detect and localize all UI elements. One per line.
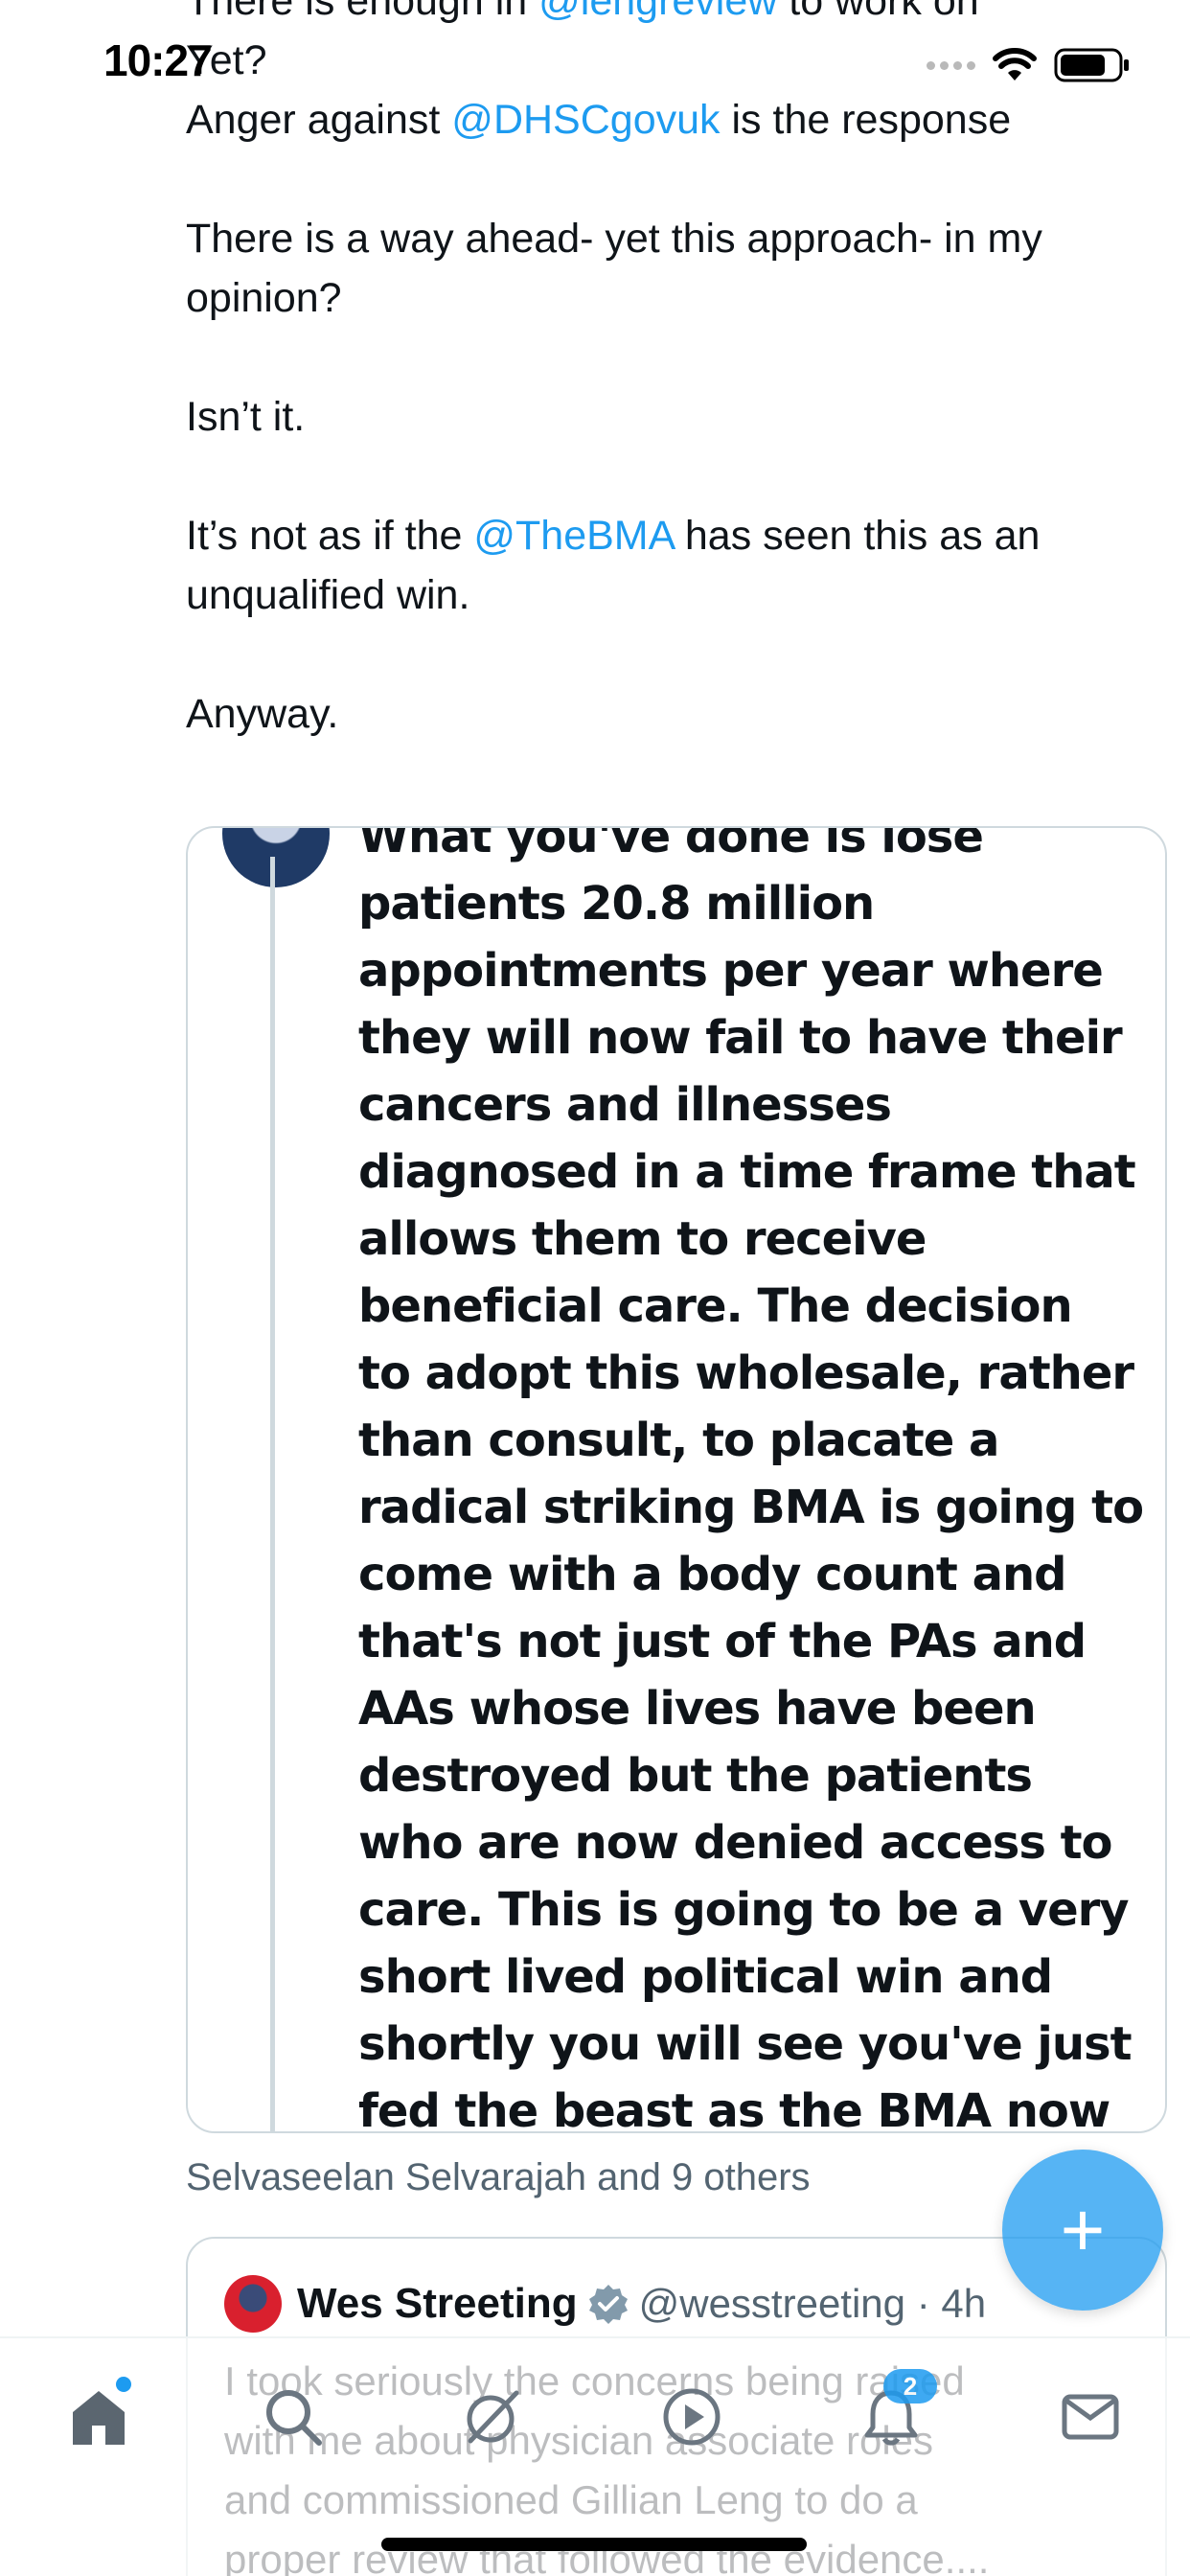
nav-home[interactable] bbox=[60, 2377, 137, 2455]
quoted-author-avatar[interactable] bbox=[222, 828, 330, 887]
mention-link[interactable]: @TheBMA bbox=[473, 513, 674, 559]
home-icon bbox=[73, 2391, 125, 2445]
author-name[interactable]: Wes Streeting bbox=[297, 2280, 578, 2328]
tweet-line: opinion? bbox=[186, 268, 1154, 328]
quoted-tweet-line: allows them to receive bbox=[358, 1212, 927, 1266]
tweet-text-segment: opinion? bbox=[186, 275, 342, 321]
tweet-line: There is a way ahead- yet this approach-… bbox=[186, 209, 1154, 268]
tweet-line: unqualified win. bbox=[186, 565, 1154, 625]
tweet-line: Isn’t it. bbox=[186, 387, 1154, 447]
mention-link[interactable]: @DHSCgovuk bbox=[451, 97, 720, 143]
quoted-tweet-line: radical striking BMA is going to bbox=[358, 1481, 1144, 1534]
quoted-tweet-line: short lived political win and bbox=[358, 1950, 1053, 2004]
verified-badge-icon bbox=[588, 2285, 628, 2324]
quoted-tweet-line: shortly you will see you've just bbox=[358, 2017, 1133, 2071]
quoted-tweet-line: come with a body count and bbox=[358, 1548, 1066, 1601]
mention-link[interactable]: @lengreview bbox=[538, 0, 777, 24]
tweet-text-segment: Anyway. bbox=[186, 691, 339, 737]
quoted-tweet-line: they will now fail to have their bbox=[358, 1011, 1123, 1065]
mail-icon bbox=[1062, 2394, 1119, 2440]
quoted-tweet-line: to adopt this wholesale, rather bbox=[358, 1346, 1134, 1400]
wifi-icon bbox=[993, 48, 1037, 80]
tweet-text-segment: There is enough in bbox=[186, 0, 539, 24]
avatar[interactable] bbox=[224, 2275, 282, 2333]
quoted-tweet-text: What you've done is lose patients 20.8 mi… bbox=[358, 826, 1154, 2133]
tweet-line: Anyway. bbox=[186, 684, 1154, 744]
quoted-tweet-line: What you've done is lose bbox=[358, 826, 984, 863]
quoted-tweet-line: appointments per year where bbox=[358, 944, 1104, 998]
quoted-tweet-line: than consult, to placate a bbox=[358, 1414, 999, 1467]
nav-search[interactable] bbox=[255, 2379, 332, 2455]
tweet-text-segment: Anger against bbox=[186, 97, 452, 143]
quoted-tweet-line: who are now denied access to bbox=[358, 1816, 1113, 1870]
compose-button[interactable]: + bbox=[1002, 2150, 1163, 2311]
notification-badge: 2 bbox=[883, 2369, 937, 2404]
cellular-signal-icon bbox=[927, 60, 975, 70]
thread-line bbox=[270, 857, 275, 2131]
nav-notifications[interactable]: 2 bbox=[853, 2369, 937, 2455]
quoted-tweet-line: patients 20.8 million bbox=[358, 877, 875, 931]
author-handle-time: @wesstreeting · 4h bbox=[638, 2281, 987, 2326]
quoted-tweet-line: beneficial care. The decision bbox=[358, 1279, 1073, 1333]
tweet-text-segment: has seen this as an bbox=[673, 513, 1041, 559]
quoted-tweet-line: care. This is going to be a very bbox=[358, 1883, 1130, 1937]
battery-icon bbox=[1054, 48, 1129, 82]
nav-messages[interactable] bbox=[1052, 2379, 1129, 2455]
screen: There is enough in @lengreview to work o… bbox=[0, 0, 1190, 2576]
search-icon bbox=[266, 2390, 322, 2446]
play-icon bbox=[663, 2388, 721, 2446]
nav-grok[interactable] bbox=[454, 2379, 531, 2455]
tweet-body: There is enough in @lengreview to work o… bbox=[186, 0, 1154, 744]
quoted-tweet-line: AAs whose lives have been bbox=[358, 1682, 1037, 1736]
tweet-header: Wes Streeting @wesstreeting · 4h bbox=[297, 2275, 986, 2333]
tweet-line: It’s not as if the @TheBMA has seen this… bbox=[186, 506, 1154, 565]
quoted-tweet-line: cancers and illnesses bbox=[358, 1078, 892, 1132]
quoted-tweet-line: that's not just of the PAs and bbox=[358, 1615, 1087, 1668]
status-time: 10:27 bbox=[103, 35, 213, 85]
status-bar: 10:27 bbox=[0, 25, 1190, 102]
quoted-tweet-line: diagnosed in a time frame that bbox=[358, 1145, 1136, 1199]
home-indicator bbox=[381, 2538, 807, 2551]
grok-icon bbox=[467, 2390, 519, 2444]
tweet-text-segment: unqualified win. bbox=[186, 572, 470, 618]
quoted-tweet-line: fed the beast as the BMA now bbox=[358, 2084, 1110, 2133]
nav-videos[interactable] bbox=[653, 2379, 730, 2455]
tweet-text-segment: to work on bbox=[777, 0, 979, 24]
quoted-tweet-card[interactable]: What you've done is lose patients 20.8 mi… bbox=[186, 826, 1167, 2133]
tweet-text-segment: There is a way ahead- yet this approach-… bbox=[186, 216, 1042, 262]
quoted-tweet-line: destroyed but the patients bbox=[358, 1749, 1033, 1803]
status-icons bbox=[927, 42, 1131, 88]
unread-dot bbox=[116, 2377, 131, 2392]
tweet-text-segment: Isn’t it. bbox=[186, 394, 306, 440]
tweet-text-segment: It’s not as if the bbox=[186, 513, 474, 559]
tweet-text-segment: is the response bbox=[720, 97, 1012, 143]
liked-by-text[interactable]: Selvaseelan Selvarajah and 9 others bbox=[186, 2156, 811, 2199]
